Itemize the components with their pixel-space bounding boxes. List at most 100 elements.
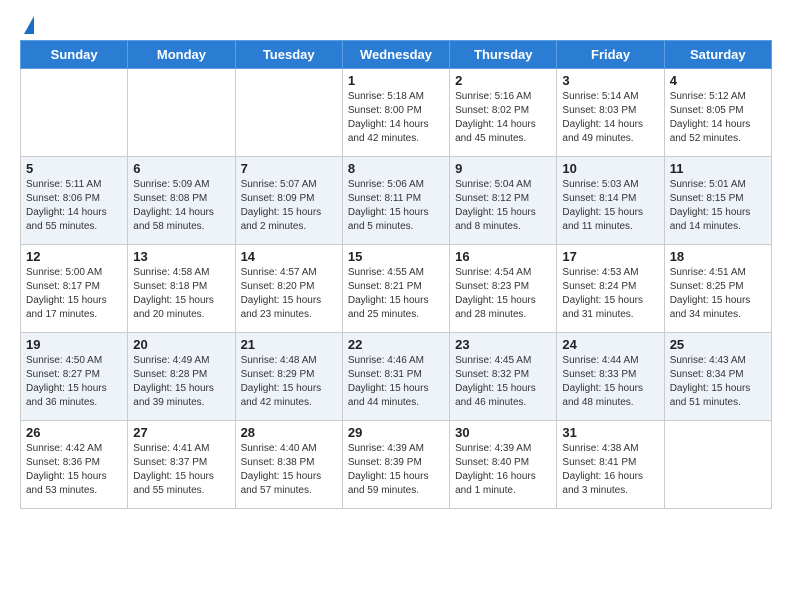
weekday-header-friday: Friday <box>557 41 664 69</box>
weekday-header-thursday: Thursday <box>450 41 557 69</box>
calendar-cell: 28 Sunrise: 4:40 AM Sunset: 8:38 PM Dayli… <box>235 421 342 509</box>
day-info: Sunrise: 4:51 AM Sunset: 8:25 PM Dayligh… <box>670 266 766 322</box>
day-info: Sunrise: 5:00 AM Sunset: 8:17 PM Dayligh… <box>26 266 122 322</box>
week-row-4: 19 Sunrise: 4:50 AM Sunset: 8:27 PM Dayli… <box>21 333 772 421</box>
day-number: 7 <box>241 161 337 176</box>
calendar-cell: 24Sunrise: 4:44 AM Sunset: 8:33 PM Dayli… <box>557 333 664 421</box>
logo <box>20 14 34 34</box>
day-number: 5 <box>26 161 122 176</box>
calendar-cell: 5 Sunrise: 5:11 AM Sunset: 8:06 PM Daylig… <box>21 157 128 245</box>
weekday-header-tuesday: Tuesday <box>235 41 342 69</box>
day-info: Sunrise: 4:45 AM Sunset: 8:32 PM Dayligh… <box>455 354 551 410</box>
calendar-cell: 12 Sunrise: 5:00 AM Sunset: 8:17 PM Dayli… <box>21 245 128 333</box>
day-number: 1 <box>348 73 444 88</box>
day-number: 15 <box>348 249 444 264</box>
day-number: 19 <box>26 337 122 352</box>
day-info: Sunrise: 4:39 AM Sunset: 8:40 PM Dayligh… <box>455 442 551 498</box>
day-info: Sunrise: 4:53 AM Sunset: 8:24 PM Dayligh… <box>562 266 658 322</box>
day-info: Sunrise: 4:55 AM Sunset: 8:21 PM Dayligh… <box>348 266 444 322</box>
calendar-cell: 19 Sunrise: 4:50 AM Sunset: 8:27 PM Dayli… <box>21 333 128 421</box>
day-number: 31 <box>562 425 658 440</box>
week-row-5: 26 Sunrise: 4:42 AM Sunset: 8:36 PM Dayli… <box>21 421 772 509</box>
calendar-cell: 20 Sunrise: 4:49 AM Sunset: 8:28 PM Dayli… <box>128 333 235 421</box>
day-info: Sunrise: 4:58 AM Sunset: 8:18 PM Dayligh… <box>133 266 229 322</box>
day-number: 9 <box>455 161 551 176</box>
calendar-cell: 23Sunrise: 4:45 AM Sunset: 8:32 PM Dayli… <box>450 333 557 421</box>
day-info: Sunrise: 4:42 AM Sunset: 8:36 PM Dayligh… <box>26 442 122 498</box>
day-info: Sunrise: 5:18 AM Sunset: 8:00 PM Dayligh… <box>348 90 444 146</box>
day-number: 29 <box>348 425 444 440</box>
header <box>0 0 792 40</box>
day-info: Sunrise: 4:46 AM Sunset: 8:31 PM Dayligh… <box>348 354 444 410</box>
weekday-header-monday: Monday <box>128 41 235 69</box>
day-info: Sunrise: 4:50 AM Sunset: 8:27 PM Dayligh… <box>26 354 122 410</box>
day-number: 27 <box>133 425 229 440</box>
calendar-cell <box>235 69 342 157</box>
day-info: Sunrise: 4:39 AM Sunset: 8:39 PM Dayligh… <box>348 442 444 498</box>
day-number: 13 <box>133 249 229 264</box>
day-number: 17 <box>562 249 658 264</box>
day-number: 2 <box>455 73 551 88</box>
calendar-cell: 11 Sunrise: 5:01 AM Sunset: 8:15 PM Dayli… <box>664 157 771 245</box>
calendar-cell: 22Sunrise: 4:46 AM Sunset: 8:31 PM Dayli… <box>342 333 449 421</box>
day-number: 21 <box>241 337 337 352</box>
day-info: Sunrise: 4:49 AM Sunset: 8:28 PM Dayligh… <box>133 354 229 410</box>
day-info: Sunrise: 4:40 AM Sunset: 8:38 PM Dayligh… <box>241 442 337 498</box>
day-info: Sunrise: 5:12 AM Sunset: 8:05 PM Dayligh… <box>670 90 766 146</box>
day-number: 26 <box>26 425 122 440</box>
day-info: Sunrise: 5:04 AM Sunset: 8:12 PM Dayligh… <box>455 178 551 234</box>
calendar-cell: 17 Sunrise: 4:53 AM Sunset: 8:24 PM Dayli… <box>557 245 664 333</box>
day-number: 14 <box>241 249 337 264</box>
calendar-table: SundayMondayTuesdayWednesdayThursdayFrid… <box>20 40 772 509</box>
weekday-header-saturday: Saturday <box>664 41 771 69</box>
calendar-cell: 15 Sunrise: 4:55 AM Sunset: 8:21 PM Dayli… <box>342 245 449 333</box>
day-info: Sunrise: 5:03 AM Sunset: 8:14 PM Dayligh… <box>562 178 658 234</box>
day-info: Sunrise: 5:06 AM Sunset: 8:11 PM Dayligh… <box>348 178 444 234</box>
logo-triangle-icon <box>24 16 34 34</box>
calendar-header: SundayMondayTuesdayWednesdayThursdayFrid… <box>21 41 772 69</box>
day-number: 11 <box>670 161 766 176</box>
day-info: Sunrise: 4:38 AM Sunset: 8:41 PM Dayligh… <box>562 442 658 498</box>
calendar-cell: 16 Sunrise: 4:54 AM Sunset: 8:23 PM Dayli… <box>450 245 557 333</box>
weekday-header-wednesday: Wednesday <box>342 41 449 69</box>
calendar-cell: 3 Sunrise: 5:14 AM Sunset: 8:03 PM Daylig… <box>557 69 664 157</box>
day-number: 3 <box>562 73 658 88</box>
calendar-cell <box>128 69 235 157</box>
day-info: Sunrise: 4:48 AM Sunset: 8:29 PM Dayligh… <box>241 354 337 410</box>
calendar-cell: 7Sunrise: 5:07 AM Sunset: 8:09 PM Daylig… <box>235 157 342 245</box>
day-number: 6 <box>133 161 229 176</box>
day-info: Sunrise: 5:11 AM Sunset: 8:06 PM Dayligh… <box>26 178 122 234</box>
calendar-cell: 9 Sunrise: 5:04 AM Sunset: 8:12 PM Daylig… <box>450 157 557 245</box>
calendar-cell: 25Sunrise: 4:43 AM Sunset: 8:34 PM Dayli… <box>664 333 771 421</box>
calendar-cell: 2Sunrise: 5:16 AM Sunset: 8:02 PM Daylig… <box>450 69 557 157</box>
day-number: 28 <box>241 425 337 440</box>
day-number: 20 <box>133 337 229 352</box>
weekday-header-row: SundayMondayTuesdayWednesdayThursdayFrid… <box>21 41 772 69</box>
week-row-2: 5 Sunrise: 5:11 AM Sunset: 8:06 PM Daylig… <box>21 157 772 245</box>
calendar-cell: 29 Sunrise: 4:39 AM Sunset: 8:39 PM Dayli… <box>342 421 449 509</box>
day-number: 18 <box>670 249 766 264</box>
day-number: 25 <box>670 337 766 352</box>
day-info: Sunrise: 4:54 AM Sunset: 8:23 PM Dayligh… <box>455 266 551 322</box>
day-number: 16 <box>455 249 551 264</box>
calendar-cell <box>664 421 771 509</box>
calendar-cell: 4Sunrise: 5:12 AM Sunset: 8:05 PM Daylig… <box>664 69 771 157</box>
calendar-cell: 1 Sunrise: 5:18 AM Sunset: 8:00 PM Daylig… <box>342 69 449 157</box>
calendar-cell: 10 Sunrise: 5:03 AM Sunset: 8:14 PM Dayli… <box>557 157 664 245</box>
day-info: Sunrise: 4:44 AM Sunset: 8:33 PM Dayligh… <box>562 354 658 410</box>
weekday-header-sunday: Sunday <box>21 41 128 69</box>
day-info: Sunrise: 5:14 AM Sunset: 8:03 PM Dayligh… <box>562 90 658 146</box>
calendar-cell: 8Sunrise: 5:06 AM Sunset: 8:11 PM Daylig… <box>342 157 449 245</box>
calendar-body: 1 Sunrise: 5:18 AM Sunset: 8:00 PM Daylig… <box>21 69 772 509</box>
week-row-3: 12 Sunrise: 5:00 AM Sunset: 8:17 PM Dayli… <box>21 245 772 333</box>
day-number: 12 <box>26 249 122 264</box>
calendar-cell: 21 Sunrise: 4:48 AM Sunset: 8:29 PM Dayli… <box>235 333 342 421</box>
calendar-cell: 14 Sunrise: 4:57 AM Sunset: 8:20 PM Dayli… <box>235 245 342 333</box>
calendar-cell <box>21 69 128 157</box>
day-info: Sunrise: 4:57 AM Sunset: 8:20 PM Dayligh… <box>241 266 337 322</box>
calendar-cell: 27 Sunrise: 4:41 AM Sunset: 8:37 PM Dayli… <box>128 421 235 509</box>
day-info: Sunrise: 4:41 AM Sunset: 8:37 PM Dayligh… <box>133 442 229 498</box>
calendar-cell: 18 Sunrise: 4:51 AM Sunset: 8:25 PM Dayli… <box>664 245 771 333</box>
day-info: Sunrise: 5:01 AM Sunset: 8:15 PM Dayligh… <box>670 178 766 234</box>
day-number: 10 <box>562 161 658 176</box>
